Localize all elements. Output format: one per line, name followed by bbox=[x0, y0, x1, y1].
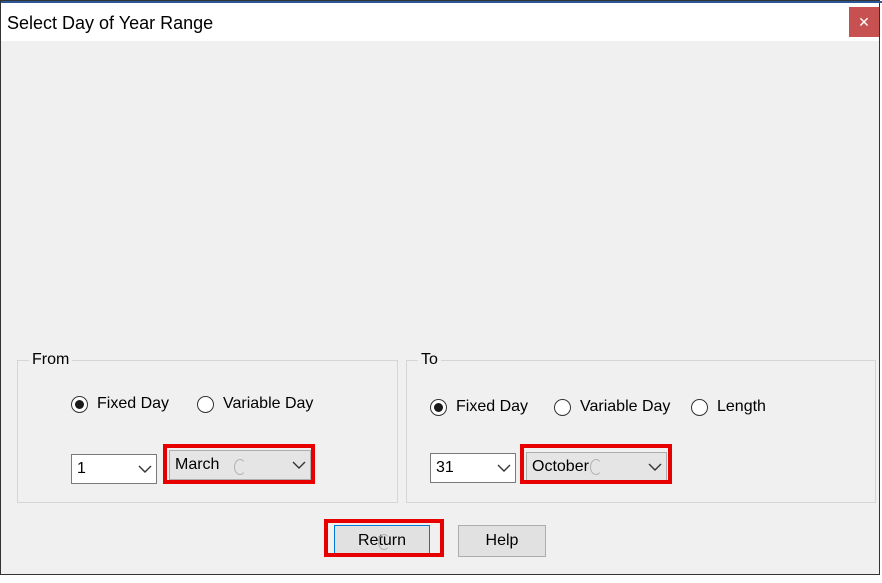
from-fixed-day-radio[interactable]: Fixed Day bbox=[71, 395, 169, 413]
to-fixed-day-label: Fixed Day bbox=[456, 398, 529, 415]
return-button[interactable]: Return bbox=[334, 525, 430, 557]
help-button[interactable]: Help bbox=[458, 525, 546, 557]
to-length-radio[interactable]: Length bbox=[691, 398, 766, 416]
from-variable-day-label: Variable Day bbox=[223, 395, 314, 412]
close-button[interactable]: ✕ bbox=[849, 7, 879, 37]
to-day-value: 31 bbox=[436, 459, 454, 476]
close-icon: ✕ bbox=[858, 13, 870, 30]
radio-unchecked-icon bbox=[197, 395, 214, 413]
radio-unchecked-icon bbox=[554, 398, 571, 416]
help-button-label: Help bbox=[485, 532, 519, 549]
to-legend: To bbox=[418, 351, 441, 369]
to-length-label: Length bbox=[717, 398, 766, 415]
chevron-down-icon bbox=[493, 464, 515, 472]
return-button-label: Return bbox=[357, 532, 407, 549]
radio-unchecked-icon bbox=[691, 398, 708, 416]
to-variable-day-label: Variable Day bbox=[580, 398, 671, 415]
from-day-select[interactable]: 1 bbox=[71, 454, 157, 484]
from-month-select[interactable]: March bbox=[169, 450, 311, 480]
to-groupbox: To Fixed Day Variable Day Length 31 Octo… bbox=[406, 351, 876, 503]
from-fixed-day-label: Fixed Day bbox=[97, 395, 170, 412]
to-month-select[interactable]: October bbox=[526, 452, 667, 482]
to-variable-day-radio[interactable]: Variable Day bbox=[554, 398, 670, 416]
to-month-value: October bbox=[532, 458, 589, 475]
from-legend: From bbox=[29, 351, 73, 369]
title-bar[interactable]: Select Day of Year Range ✕ bbox=[1, 3, 879, 41]
chevron-down-icon bbox=[644, 463, 666, 471]
to-fixed-day-radio[interactable]: Fixed Day bbox=[430, 398, 528, 416]
chevron-down-icon bbox=[134, 465, 156, 473]
window-title: Select Day of Year Range bbox=[7, 13, 214, 33]
from-month-value: March bbox=[175, 456, 220, 473]
from-groupbox: From Fixed Day Variable Day 1 March bbox=[17, 351, 398, 503]
to-day-select[interactable]: 31 bbox=[430, 453, 516, 483]
dialog-window: Select Day of Year Range ✕ From Fixed Da… bbox=[0, 0, 882, 575]
chevron-down-icon bbox=[288, 461, 310, 469]
radio-checked-icon bbox=[71, 395, 88, 413]
from-day-value: 1 bbox=[77, 460, 86, 477]
from-variable-day-radio[interactable]: Variable Day bbox=[197, 395, 313, 413]
radio-checked-icon bbox=[430, 398, 447, 416]
